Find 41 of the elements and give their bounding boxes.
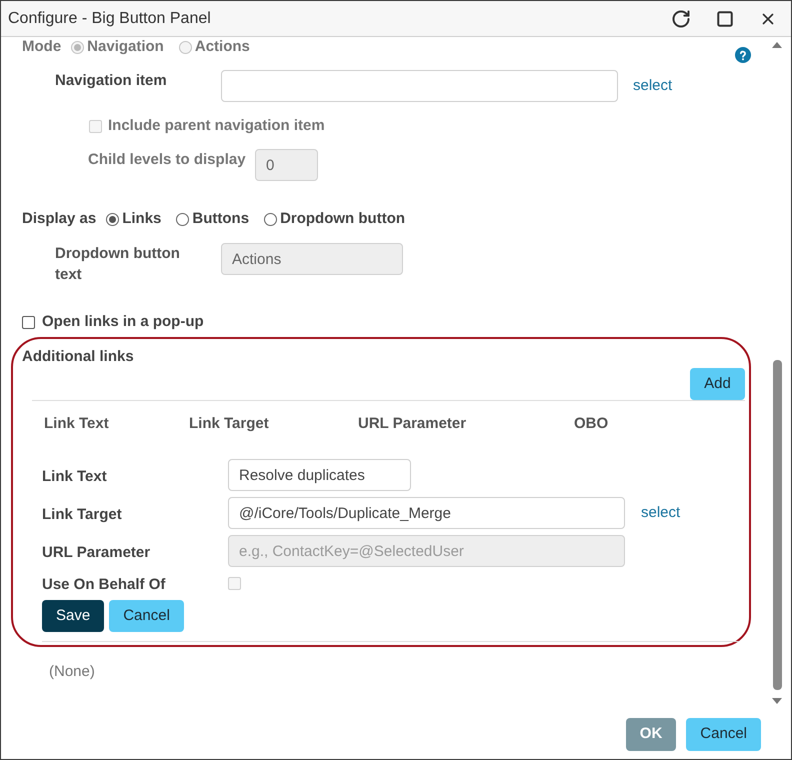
save-button[interactable]: Save [42,600,104,632]
empty-list-text: (None) [48,662,96,682]
radio-button[interactable] [176,212,190,226]
cancel-button[interactable]: Cancel [109,600,184,632]
text-field[interactable]: @/iCore/Tools/Duplicate_Merge [228,497,625,529]
select-link[interactable]: select [633,74,672,98]
column-header: Link Text [44,414,110,434]
maximize-icon [716,10,734,28]
radio-button[interactable] [264,212,278,226]
window-title: Configure - Big Button Panel [8,8,211,28]
help-icon[interactable] [735,47,751,63]
section-title: Additional links [21,347,135,367]
column-header: Link Target [189,414,270,434]
checkbox[interactable] [22,316,35,328]
field-label: URL Parameter [42,543,152,563]
column-header: OBO [574,414,608,434]
maximize-button[interactable] [716,10,734,28]
field-label: Navigation item [55,71,168,91]
field-label: Link Text [42,467,108,487]
checkbox-label[interactable]: Open links in a pop-up [42,310,204,334]
scrollbar-thumb[interactable] [773,360,782,690]
refresh-button[interactable] [671,8,691,28]
scroll-down-icon[interactable] [772,698,782,704]
text-field[interactable] [221,70,618,102]
radio-label[interactable]: Links [122,208,162,230]
add-button[interactable]: Add [690,368,745,400]
field-label: Use On Behalf Of [42,575,166,595]
column-header: URL Parameter [358,414,468,434]
select-link[interactable]: select [641,502,680,524]
refresh-icon [671,8,691,28]
radio-button[interactable] [106,212,120,226]
radio-label[interactable]: Dropdown button [280,208,406,230]
field-label: Dropdown button text [55,244,181,285]
cancel-button[interactable]: Cancel [686,718,761,751]
field-label: Display as [22,208,96,229]
field-label: Child levels to display [88,150,247,170]
radio-label[interactable]: Buttons [192,208,250,230]
field-label: Mode [22,36,62,57]
field-label: Link Target [42,505,123,525]
scroll-up-icon[interactable] [772,42,782,48]
text-field[interactable]: Resolve duplicates [228,459,411,491]
